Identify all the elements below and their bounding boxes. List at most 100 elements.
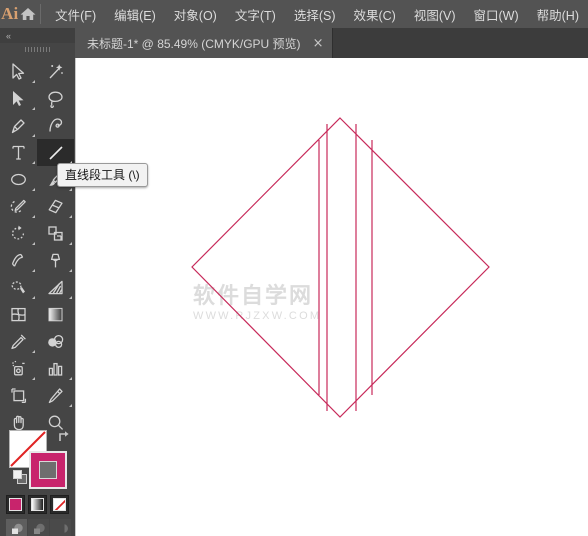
default-fill-stroke-icon[interactable]: [13, 470, 28, 485]
mesh-icon: [11, 307, 26, 322]
draw-inside-button[interactable]: [50, 519, 71, 536]
gradient-mode-swatch: [31, 498, 44, 511]
fill-stroke-swatches: [9, 430, 69, 489]
blend-tool[interactable]: [37, 328, 74, 355]
menu-help[interactable]: 帮助(H): [528, 0, 588, 28]
lasso-tool[interactable]: [37, 85, 74, 112]
close-icon[interactable]: ×: [313, 37, 324, 50]
perspective-grid-icon: [48, 280, 63, 295]
gradient-mode-button[interactable]: [28, 495, 47, 514]
canvas-area[interactable]: 软件自学网 WWW.RJZXW.COM: [75, 58, 588, 536]
ellipse-tool[interactable]: [0, 166, 37, 193]
flyout-triangle-icon: [69, 377, 72, 380]
type-T-icon: [12, 145, 25, 160]
flyout-triangle-icon: [69, 269, 72, 272]
menu-file[interactable]: 文件(F): [46, 0, 105, 28]
shape-builder-icon: [11, 281, 25, 294]
curvature-tool[interactable]: [37, 112, 74, 139]
menu-type[interactable]: 文字(T): [226, 0, 285, 28]
drawing-mode-buttons: [6, 519, 71, 536]
menu-object[interactable]: 对象(O): [165, 0, 226, 28]
shaper-tool[interactable]: [0, 193, 37, 220]
lasso-icon: [48, 91, 63, 108]
flyout-triangle-icon: [32, 269, 35, 272]
tool-grid: [0, 56, 75, 436]
color-mode-button[interactable]: [6, 495, 25, 514]
flyout-triangle-icon: [32, 134, 35, 137]
grip-dots-icon: [24, 47, 51, 52]
menu-view[interactable]: 视图(V): [405, 0, 465, 28]
home-icon[interactable]: [19, 0, 37, 28]
panel-drag-handle[interactable]: [0, 43, 75, 56]
type-tool[interactable]: [0, 139, 37, 166]
pen-nib-icon: [11, 119, 25, 134]
flyout-triangle-icon: [32, 215, 35, 218]
fill-swatch[interactable]: [29, 451, 67, 489]
free-transform-tool[interactable]: [37, 247, 74, 274]
width-tool[interactable]: [0, 247, 37, 274]
document-tab-bar: 未标题-1* @ 85.49% (CMYK/GPU 预览) ×: [75, 28, 588, 58]
menu-divider: [39, 4, 41, 24]
selection-tool[interactable]: [0, 58, 37, 85]
menu-edit[interactable]: 编辑(E): [105, 0, 165, 28]
perspective-grid-tool[interactable]: [37, 274, 74, 301]
menu-window[interactable]: 窗口(W): [465, 0, 528, 28]
flyout-triangle-icon: [32, 350, 35, 353]
line-segment-tool[interactable]: [37, 139, 74, 166]
flyout-triangle-icon: [32, 161, 35, 164]
flyout-triangle-icon: [69, 215, 72, 218]
document-tab[interactable]: 未标题-1* @ 85.49% (CMYK/GPU 预览) ×: [75, 28, 334, 58]
tools-panel: «: [0, 28, 75, 536]
rotate-icon: [11, 225, 25, 240]
eyedropper-tool[interactable]: [0, 328, 37, 355]
menu-effect[interactable]: 效果(C): [344, 0, 404, 28]
menu-bar: Ai 文件(F) 编辑(E) 对象(O) 文字(T) 选择(S) 效果(C) 视…: [0, 0, 588, 28]
scale-icon: [48, 226, 63, 241]
flyout-triangle-icon: [69, 296, 72, 299]
mesh-tool[interactable]: [0, 301, 37, 328]
symbol-sprayer-tool[interactable]: [0, 355, 37, 382]
none-mode-swatch: [53, 498, 66, 511]
panel-collapse-button[interactable]: «: [0, 28, 75, 43]
arrow-white-outline-icon: [12, 63, 25, 80]
width-icon: [11, 253, 24, 267]
eyedropper-icon: [11, 334, 26, 350]
draw-behind-button[interactable]: [28, 519, 49, 536]
rotate-tool[interactable]: [0, 220, 37, 247]
document-tab-title: 未标题-1* @ 85.49% (CMYK/GPU 预览): [87, 36, 301, 51]
none-mode-button[interactable]: [50, 495, 69, 514]
double-chevron-left-icon: «: [6, 30, 11, 41]
magic-wand-icon: [49, 64, 63, 79]
tool-tooltip: 直线段工具 (\): [57, 163, 148, 187]
color-controls: [0, 405, 75, 536]
shaper-pencil-icon: [10, 199, 26, 213]
flyout-triangle-icon: [32, 188, 35, 191]
flyout-triangle-icon: [69, 242, 72, 245]
artboard-icon: [11, 388, 27, 404]
ai-logo-icon: Ai: [1, 4, 19, 23]
gradient-tool[interactable]: [37, 301, 74, 328]
pen-tool[interactable]: [0, 112, 37, 139]
flyout-triangle-icon: [69, 188, 72, 191]
draw-normal-button[interactable]: [6, 519, 27, 536]
flyout-triangle-icon: [32, 296, 35, 299]
fill-swatch-inner: [39, 461, 57, 479]
symbol-sprayer-icon: [12, 360, 25, 376]
eraser-tool[interactable]: [37, 193, 74, 220]
scale-tool[interactable]: [37, 220, 74, 247]
menu-select[interactable]: 选择(S): [285, 0, 345, 28]
flyout-triangle-icon: [32, 242, 35, 245]
magic-wand-tool[interactable]: [37, 58, 74, 85]
shape-builder-tool[interactable]: [0, 274, 37, 301]
flyout-triangle-icon: [32, 377, 35, 380]
diamond-shape[interactable]: [191, 117, 490, 418]
ellipse-icon: [11, 173, 26, 186]
swap-fill-stroke-icon[interactable]: [56, 429, 72, 445]
column-graph-tool[interactable]: [37, 355, 74, 382]
menu-item-list: 文件(F) 编辑(E) 对象(O) 文字(T) 选择(S) 效果(C) 视图(V…: [46, 0, 588, 28]
artwork-canvas: [191, 117, 490, 418]
direct-selection-tool[interactable]: [0, 85, 37, 112]
bar-chart-icon: [48, 362, 63, 376]
line-diagonal-icon: [49, 146, 63, 160]
flyout-triangle-icon: [32, 107, 35, 110]
